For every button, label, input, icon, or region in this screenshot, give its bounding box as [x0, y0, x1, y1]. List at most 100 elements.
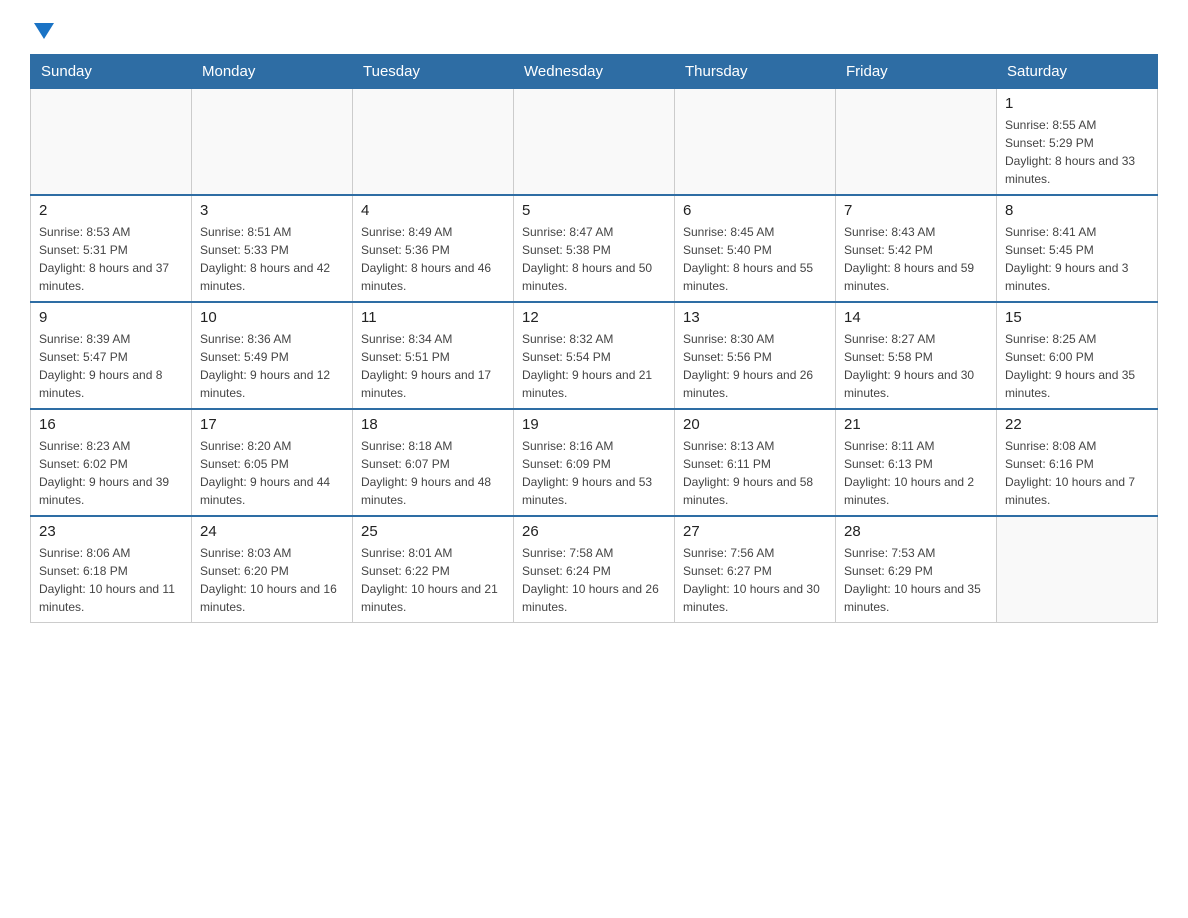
day-number: 13 — [683, 309, 827, 326]
calendar-cell: 19 Sunrise: 8:16 AM Sunset: 6:09 PM Dayli… — [514, 409, 675, 516]
day-info: Sunrise: 8:39 AM Sunset: 5:47 PM Dayligh… — [39, 330, 183, 402]
day-info: Sunrise: 8:49 AM Sunset: 5:36 PM Dayligh… — [361, 223, 505, 295]
day-number: 4 — [361, 202, 505, 219]
day-info: Sunrise: 8:32 AM Sunset: 5:54 PM Dayligh… — [522, 330, 666, 402]
calendar-week-row: 23 Sunrise: 8:06 AM Sunset: 6:18 PM Dayli… — [31, 516, 1158, 623]
calendar-cell: 23 Sunrise: 8:06 AM Sunset: 6:18 PM Dayli… — [31, 516, 192, 623]
calendar-cell — [836, 89, 997, 196]
day-number: 3 — [200, 202, 344, 219]
calendar-cell — [192, 89, 353, 196]
calendar-cell: 18 Sunrise: 8:18 AM Sunset: 6:07 PM Dayli… — [353, 409, 514, 516]
day-number: 6 — [683, 202, 827, 219]
calendar-cell: 11Sunrise: 8:34 AM Sunset: 5:51 PM Dayli… — [353, 302, 514, 409]
day-info: Sunrise: 8:20 AM Sunset: 6:05 PM Dayligh… — [200, 437, 344, 509]
logo — [30, 20, 62, 38]
day-info: Sunrise: 7:56 AM Sunset: 6:27 PM Dayligh… — [683, 544, 827, 616]
calendar-cell: 10 Sunrise: 8:36 AM Sunset: 5:49 PM Dayli… — [192, 302, 353, 409]
logo-triangle-icon — [34, 23, 54, 39]
day-info: Sunrise: 8:13 AM Sunset: 6:11 PM Dayligh… — [683, 437, 827, 509]
calendar-cell — [997, 516, 1158, 623]
calendar-cell: 15 Sunrise: 8:25 AM Sunset: 6:00 PM Dayli… — [997, 302, 1158, 409]
day-number: 21 — [844, 416, 988, 433]
day-info: Sunrise: 7:58 AM Sunset: 6:24 PM Dayligh… — [522, 544, 666, 616]
calendar-cell — [353, 89, 514, 196]
day-number: 17 — [200, 416, 344, 433]
calendar-cell: 20 Sunrise: 8:13 AM Sunset: 6:11 PM Dayli… — [675, 409, 836, 516]
day-number: 18 — [361, 416, 505, 433]
weekday-header-tuesday: Tuesday — [353, 55, 514, 89]
day-info: Sunrise: 8:16 AM Sunset: 6:09 PM Dayligh… — [522, 437, 666, 509]
day-info: Sunrise: 8:53 AM Sunset: 5:31 PM Dayligh… — [39, 223, 183, 295]
weekday-header-thursday: Thursday — [675, 55, 836, 89]
day-info: Sunrise: 8:11 AM Sunset: 6:13 PM Dayligh… — [844, 437, 988, 509]
calendar-cell: 21 Sunrise: 8:11 AM Sunset: 6:13 PM Dayli… — [836, 409, 997, 516]
calendar-cell: 2 Sunrise: 8:53 AM Sunset: 5:31 PM Daylig… — [31, 195, 192, 302]
day-info: Sunrise: 8:43 AM Sunset: 5:42 PM Dayligh… — [844, 223, 988, 295]
day-number: 5 — [522, 202, 666, 219]
day-number: 20 — [683, 416, 827, 433]
calendar-table: SundayMondayTuesdayWednesdayThursdayFrid… — [30, 54, 1158, 623]
day-info: Sunrise: 8:08 AM Sunset: 6:16 PM Dayligh… — [1005, 437, 1149, 509]
day-number: 26 — [522, 523, 666, 540]
calendar-cell: 17 Sunrise: 8:20 AM Sunset: 6:05 PM Dayli… — [192, 409, 353, 516]
calendar-cell: 16Sunrise: 8:23 AM Sunset: 6:02 PM Dayli… — [31, 409, 192, 516]
weekday-header-friday: Friday — [836, 55, 997, 89]
day-number: 27 — [683, 523, 827, 540]
day-number: 8 — [1005, 202, 1149, 219]
page-header — [30, 20, 1158, 38]
day-number: 7 — [844, 202, 988, 219]
day-number: 24 — [200, 523, 344, 540]
calendar-cell: 25Sunrise: 8:01 AM Sunset: 6:22 PM Dayli… — [353, 516, 514, 623]
calendar-cell: 24 Sunrise: 8:03 AM Sunset: 6:20 PM Dayli… — [192, 516, 353, 623]
day-info: Sunrise: 8:27 AM Sunset: 5:58 PM Dayligh… — [844, 330, 988, 402]
day-info: Sunrise: 8:51 AM Sunset: 5:33 PM Dayligh… — [200, 223, 344, 295]
calendar-cell: 3 Sunrise: 8:51 AM Sunset: 5:33 PM Daylig… — [192, 195, 353, 302]
calendar-week-row: 1 Sunrise: 8:55 AM Sunset: 5:29 PM Daylig… — [31, 89, 1158, 196]
day-number: 1 — [1005, 95, 1149, 112]
day-info: Sunrise: 8:06 AM Sunset: 6:18 PM Dayligh… — [39, 544, 183, 616]
calendar-cell: 1 Sunrise: 8:55 AM Sunset: 5:29 PM Daylig… — [997, 89, 1158, 196]
day-number: 2 — [39, 202, 183, 219]
day-number: 25 — [361, 523, 505, 540]
calendar-week-row: 2 Sunrise: 8:53 AM Sunset: 5:31 PM Daylig… — [31, 195, 1158, 302]
day-info: Sunrise: 8:47 AM Sunset: 5:38 PM Dayligh… — [522, 223, 666, 295]
calendar-cell: 26 Sunrise: 7:58 AM Sunset: 6:24 PM Dayli… — [514, 516, 675, 623]
calendar-cell: 12 Sunrise: 8:32 AM Sunset: 5:54 PM Dayli… — [514, 302, 675, 409]
calendar-cell: 9 Sunrise: 8:39 AM Sunset: 5:47 PM Daylig… — [31, 302, 192, 409]
calendar-cell: 28 Sunrise: 7:53 AM Sunset: 6:29 PM Dayli… — [836, 516, 997, 623]
day-number: 9 — [39, 309, 183, 326]
weekday-header-row: SundayMondayTuesdayWednesdayThursdayFrid… — [31, 55, 1158, 89]
day-info: Sunrise: 8:30 AM Sunset: 5:56 PM Dayligh… — [683, 330, 827, 402]
day-number: 28 — [844, 523, 988, 540]
day-number: 11 — [361, 309, 505, 326]
day-info: Sunrise: 8:41 AM Sunset: 5:45 PM Dayligh… — [1005, 223, 1149, 295]
calendar-cell — [514, 89, 675, 196]
calendar-cell: 4 Sunrise: 8:49 AM Sunset: 5:36 PM Daylig… — [353, 195, 514, 302]
day-info: Sunrise: 8:03 AM Sunset: 6:20 PM Dayligh… — [200, 544, 344, 616]
weekday-header-sunday: Sunday — [31, 55, 192, 89]
day-info: Sunrise: 8:55 AM Sunset: 5:29 PM Dayligh… — [1005, 116, 1149, 188]
day-number: 23 — [39, 523, 183, 540]
day-number: 22 — [1005, 416, 1149, 433]
weekday-header-wednesday: Wednesday — [514, 55, 675, 89]
day-number: 19 — [522, 416, 666, 433]
day-info: Sunrise: 8:25 AM Sunset: 6:00 PM Dayligh… — [1005, 330, 1149, 402]
calendar-cell: 7 Sunrise: 8:43 AM Sunset: 5:42 PM Daylig… — [836, 195, 997, 302]
calendar-cell: 8 Sunrise: 8:41 AM Sunset: 5:45 PM Daylig… — [997, 195, 1158, 302]
day-info: Sunrise: 8:18 AM Sunset: 6:07 PM Dayligh… — [361, 437, 505, 509]
weekday-header-monday: Monday — [192, 55, 353, 89]
calendar-cell — [675, 89, 836, 196]
day-number: 15 — [1005, 309, 1149, 326]
day-info: Sunrise: 8:36 AM Sunset: 5:49 PM Dayligh… — [200, 330, 344, 402]
day-number: 12 — [522, 309, 666, 326]
day-info: Sunrise: 7:53 AM Sunset: 6:29 PM Dayligh… — [844, 544, 988, 616]
day-info: Sunrise: 8:23 AM Sunset: 6:02 PM Dayligh… — [39, 437, 183, 509]
calendar-cell: 14 Sunrise: 8:27 AM Sunset: 5:58 PM Dayli… — [836, 302, 997, 409]
day-number: 10 — [200, 309, 344, 326]
calendar-cell: 5 Sunrise: 8:47 AM Sunset: 5:38 PM Daylig… — [514, 195, 675, 302]
day-number: 14 — [844, 309, 988, 326]
calendar-cell: 13 Sunrise: 8:30 AM Sunset: 5:56 PM Dayli… — [675, 302, 836, 409]
calendar-week-row: 16Sunrise: 8:23 AM Sunset: 6:02 PM Dayli… — [31, 409, 1158, 516]
calendar-cell — [31, 89, 192, 196]
weekday-header-saturday: Saturday — [997, 55, 1158, 89]
